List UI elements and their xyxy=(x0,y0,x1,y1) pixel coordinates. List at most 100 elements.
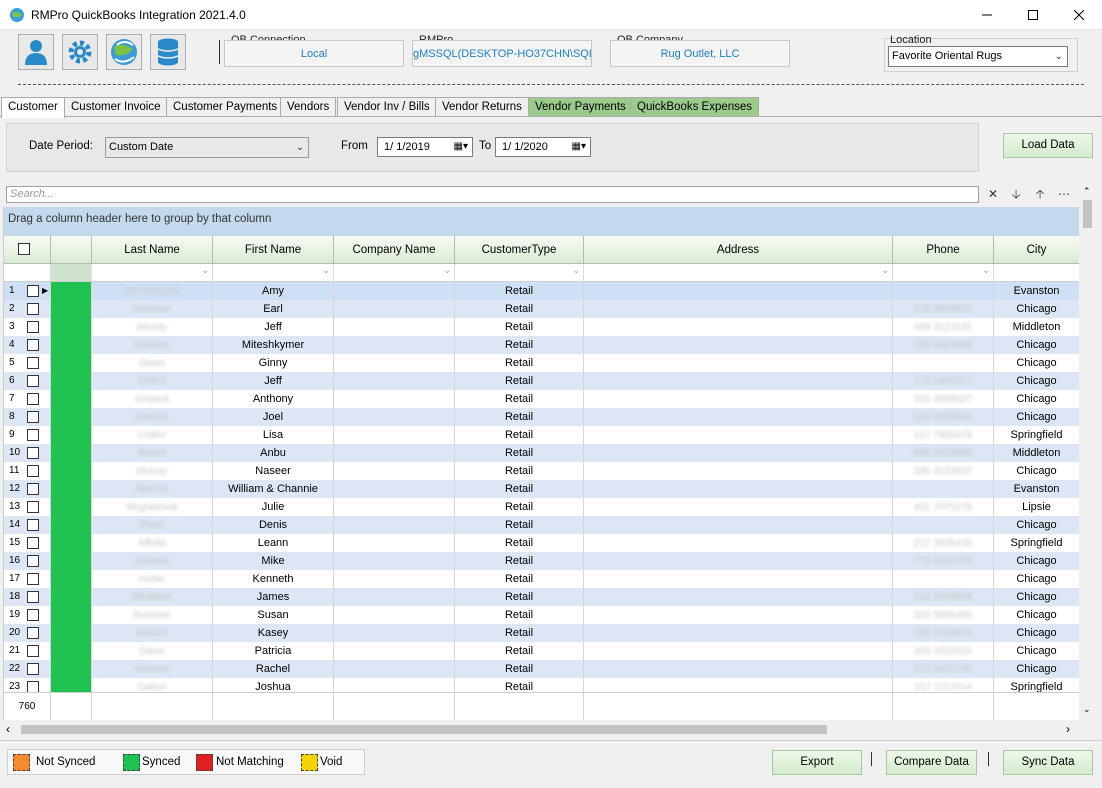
row-checkbox[interactable] xyxy=(27,393,39,405)
table-row[interactable]: 9 Collier Lisa Retail 217 7935478 Springfield xyxy=(4,426,1079,444)
table-row[interactable]: 4 Rodtron Miteshkymer Retail 320 0404066 Chic… xyxy=(4,336,1079,354)
table-row[interactable]: 17 Holter Kenneth Retail Chicago xyxy=(4,570,1079,588)
filter-last-name[interactable]: ⌄ xyxy=(92,264,213,281)
table-row[interactable]: 3 Moody Jeff Retail 608 3121131 Middleton xyxy=(4,318,1079,336)
row-checkbox[interactable] xyxy=(27,483,39,495)
column-header-last-name[interactable]: Last Name xyxy=(92,236,213,264)
table-row[interactable]: 10 Bickel Anbu Retail 608 0503065 Middleton xyxy=(4,444,1079,462)
table-row[interactable]: 19 Boomee Susan Retail 320 5856490 Chicago xyxy=(4,606,1079,624)
filter-city[interactable] xyxy=(994,264,1079,281)
sync-button[interactable] xyxy=(106,34,142,70)
arrow-down-icon[interactable]: 🡣 xyxy=(1007,186,1025,203)
close-window-button[interactable] xyxy=(1056,0,1102,30)
column-header-phone[interactable]: Phone xyxy=(893,236,994,264)
filter-phone[interactable]: ⌄ xyxy=(893,264,994,281)
scroll-up-icon[interactable]: ⌃ xyxy=(1083,186,1091,197)
tab-vendor-inv-bills[interactable]: Vendor Inv / Bills xyxy=(337,97,437,117)
row-checkbox[interactable] xyxy=(27,429,39,441)
row-checkbox[interactable] xyxy=(27,663,39,675)
table-row[interactable]: 6 THIES Jeff Retail 773 0403317 Chicago xyxy=(4,372,1079,390)
table-row[interactable]: 13 Mcglashedi Julie Retail 411 7075279 Lipsie xyxy=(4,498,1079,516)
row-checkbox[interactable] xyxy=(27,501,39,513)
row-checkbox[interactable] xyxy=(27,555,39,567)
row-checkbox[interactable] xyxy=(27,357,39,369)
table-row[interactable]: 18 Whitaker James Retail 314 3030838 Chicago xyxy=(4,588,1079,606)
cell-type: Retail xyxy=(455,570,584,588)
table-row[interactable]: 7 Grisanti Anthony Retail 315 3609027 Chicago xyxy=(4,390,1079,408)
cell-first: William & Channie xyxy=(213,480,334,498)
row-checkbox[interactable] xyxy=(27,591,39,603)
row-checkbox[interactable] xyxy=(27,519,39,531)
row-checkbox[interactable] xyxy=(27,573,39,585)
group-by-panel[interactable]: Drag a column header here to group by th… xyxy=(4,207,1079,236)
row-checkbox[interactable] xyxy=(27,645,39,657)
tab-vendor-returns[interactable]: Vendor Returns xyxy=(435,97,529,117)
row-checkbox[interactable] xyxy=(27,321,39,333)
row-checkbox[interactable] xyxy=(27,303,39,315)
horizontal-scroll-thumb[interactable] xyxy=(21,725,827,734)
settings-button[interactable] xyxy=(62,34,98,70)
minimize-button[interactable] xyxy=(964,0,1010,30)
table-row[interactable]: 12 Marcus William & Channie Retail Evanston xyxy=(4,480,1079,498)
row-checkbox[interactable] xyxy=(27,285,39,297)
compare-data-button[interactable]: Compare Data xyxy=(886,750,977,775)
row-checkbox[interactable] xyxy=(27,627,39,639)
from-date-input[interactable]: 1/ 1/2019 ▦▾ xyxy=(377,137,473,157)
scroll-left-icon[interactable]: ‹ xyxy=(6,722,10,736)
more-options-icon[interactable]: ⋯ xyxy=(1055,186,1073,203)
row-checkbox[interactable] xyxy=(27,375,39,387)
customer-button[interactable] xyxy=(18,34,54,70)
load-data-button[interactable]: Load Data xyxy=(1003,133,1093,158)
row-checkbox[interactable] xyxy=(27,537,39,549)
scroll-down-icon[interactable]: ⌄ xyxy=(1083,704,1091,715)
tab-customer-invoice[interactable]: Customer Invoice xyxy=(64,97,168,117)
tab-customer[interactable]: Customer xyxy=(1,97,65,118)
filter-address[interactable]: ⌄ xyxy=(584,264,893,281)
tab-quickbooks-expenses[interactable]: QuickBooks Expenses xyxy=(630,97,760,117)
table-row[interactable]: 15 Affolte Leann Retail 217 3835430 Springfie… xyxy=(4,534,1079,552)
export-button[interactable]: Export xyxy=(772,750,862,775)
clear-search-icon[interactable]: ✕ xyxy=(984,186,1002,203)
arrow-up-icon[interactable]: 🡡 xyxy=(1031,186,1049,203)
row-checkbox[interactable] xyxy=(27,339,39,351)
sync-data-button[interactable]: Sync Data xyxy=(1003,750,1093,775)
vertical-scroll-thumb[interactable] xyxy=(1083,200,1092,228)
to-date-input[interactable]: 1/ 1/2020 ▦▾ xyxy=(495,137,591,157)
table-row[interactable]: 5 Owen Ginny Retail Chicago xyxy=(4,354,1079,372)
table-row[interactable]: 1 ▶ REYNOLDS Amy Retail Evanston xyxy=(4,282,1079,300)
select-all-checkbox[interactable] xyxy=(18,243,30,255)
filter-customer-type[interactable]: ⌄ xyxy=(455,264,584,281)
row-checkbox[interactable] xyxy=(27,465,39,477)
column-header-city[interactable]: City xyxy=(994,236,1079,264)
row-checkbox[interactable] xyxy=(27,447,39,459)
table-row[interactable]: 21 Davis Patricia Retail 315 1818115 Chicago xyxy=(4,642,1079,660)
horizontal-scrollbar[interactable]: ‹ › xyxy=(3,721,1079,738)
scroll-right-icon[interactable]: › xyxy=(1066,722,1070,736)
maximize-button[interactable] xyxy=(1010,0,1056,30)
column-header-first-name[interactable]: First Name xyxy=(213,236,334,264)
row-checkbox[interactable] xyxy=(27,609,39,621)
filter-first-name[interactable]: ⌄ xyxy=(213,264,334,281)
search-input[interactable]: Search... xyxy=(6,186,979,203)
table-row[interactable]: 16 Habeeb Mike Retail 773 4140745 Chicago xyxy=(4,552,1079,570)
table-row[interactable]: 2 Eshenar Earl Retail 218 0609932 Chicago xyxy=(4,300,1079,318)
database-button[interactable] xyxy=(150,34,186,70)
table-row[interactable]: 14 Patel Denis Retail Chicago xyxy=(4,516,1079,534)
tab-vendor-payments[interactable]: Vendor Payments xyxy=(528,97,633,117)
column-header-address[interactable]: Address xyxy=(584,236,893,264)
row-checkbox[interactable] xyxy=(27,411,39,423)
status-column-header[interactable] xyxy=(51,236,92,264)
table-row[interactable]: 22 Watson Rachel Retail 312 5451236 Chicago xyxy=(4,660,1079,678)
tab-customer-payments[interactable]: Customer Payments xyxy=(166,97,285,117)
tab-vendors[interactable]: Vendors xyxy=(280,97,337,117)
location-select[interactable]: Favorite Oriental Rugs ⌄ xyxy=(888,46,1068,67)
table-row[interactable]: 8 Keeson Joel Retail 310 0003684 Chicago xyxy=(4,408,1079,426)
cell-type: Retail xyxy=(455,462,584,480)
column-header-company-name[interactable]: Company Name xyxy=(334,236,455,264)
column-header-customer-type[interactable]: CustomerType xyxy=(455,236,584,264)
filter-company-name[interactable]: ⌄ xyxy=(334,264,455,281)
vertical-scrollbar[interactable]: ⌃ ⌄ xyxy=(1079,186,1096,720)
table-row[interactable]: 11 Murray Naseer Retail 330 3123637 Chicago xyxy=(4,462,1079,480)
date-period-select[interactable]: Custom Date ⌄ xyxy=(105,137,309,158)
table-row[interactable]: 20 Melson Kasey Retail 320 7378676 Chicago xyxy=(4,624,1079,642)
